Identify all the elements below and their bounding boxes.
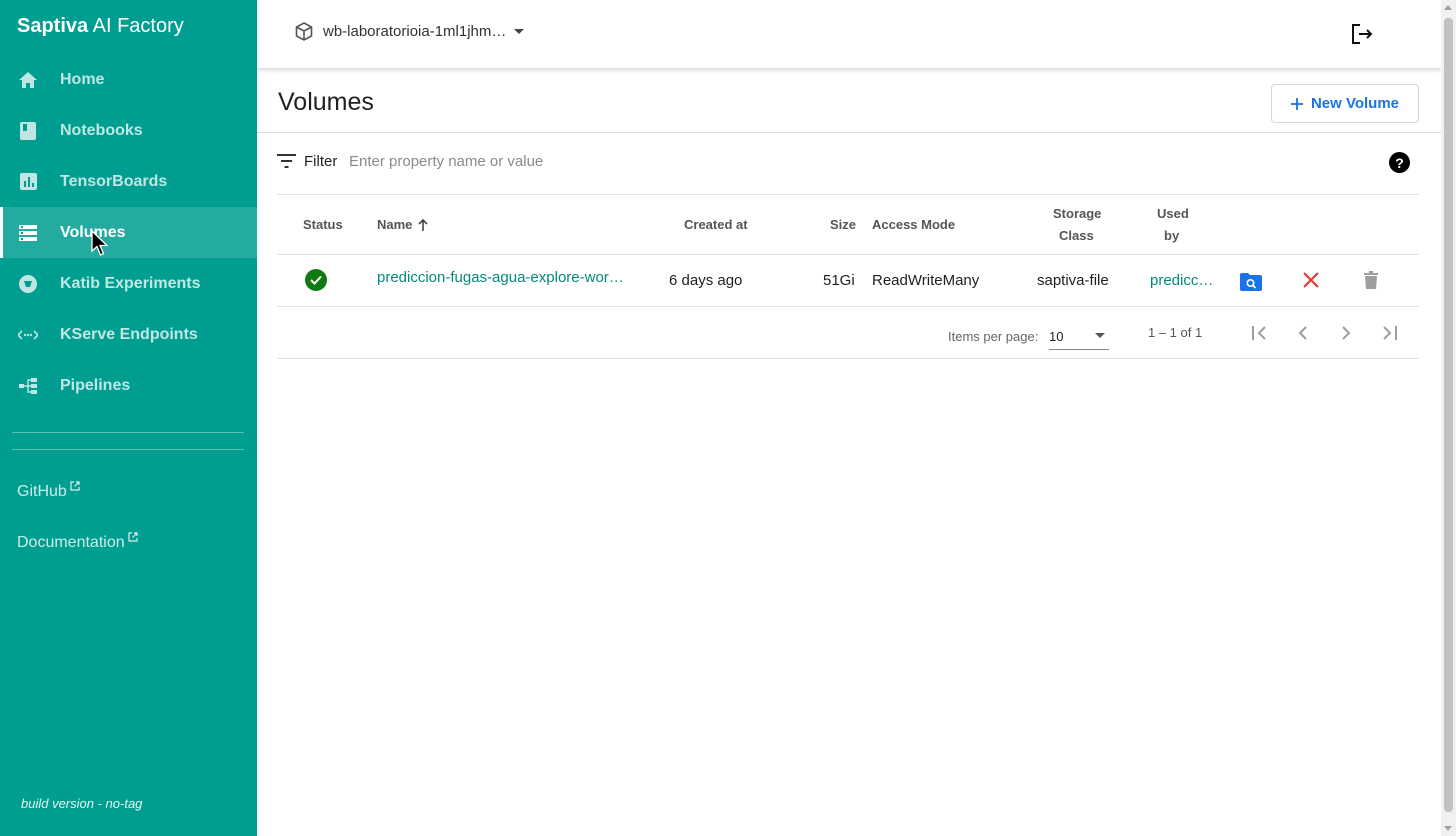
column-header-size: Size: [830, 217, 857, 232]
sidebar-item-label: Volumes: [60, 223, 126, 241]
sidebar-item-label: Pipelines: [60, 376, 131, 394]
storage-icon: [18, 223, 38, 243]
cube-icon: [295, 22, 313, 41]
status-ready-icon: [305, 269, 327, 291]
brand-name-bold: Saptiva: [17, 15, 89, 37]
build-version: build version - no-tag: [21, 796, 143, 811]
used-by-link[interactable]: predicc…: [1150, 272, 1213, 289]
sidebar-item-notebooks[interactable]: Notebooks: [0, 105, 257, 156]
close-icon: [1303, 272, 1319, 288]
created-at-cell: 6 days ago: [669, 272, 743, 289]
new-volume-button[interactable]: New Volume: [1271, 84, 1419, 123]
home-icon: [18, 70, 38, 90]
page-title: Volumes: [278, 88, 374, 116]
column-header-storage-class-line2: Class: [1059, 228, 1094, 243]
sidebar-item-home[interactable]: Home: [0, 54, 257, 105]
column-header-used-by: Used: [1157, 206, 1189, 221]
column-header-name[interactable]: Name: [377, 217, 428, 232]
sidebar-divider: [12, 432, 244, 433]
sidebar-item-label: TensorBoards: [60, 172, 168, 190]
storage-class-cell: saptiva-file: [1037, 272, 1109, 289]
scrollbar[interactable]: [1441, 0, 1456, 836]
column-header-storage-class: Storage: [1053, 206, 1101, 221]
external-link-icon: [128, 532, 138, 542]
sidebar-item-label: Notebooks: [60, 121, 143, 139]
first-page-button[interactable]: [1248, 321, 1272, 345]
github-link-label: GitHub: [17, 483, 67, 500]
last-page-button[interactable]: [1377, 321, 1401, 345]
notebook-icon: [18, 121, 38, 141]
sidebar-item-label: Home: [60, 70, 105, 88]
sidebar-item-label: Katib Experiments: [60, 274, 201, 292]
filter-input[interactable]: [349, 150, 1049, 172]
scroll-thumb[interactable]: [1444, 18, 1453, 812]
chevron-down-icon: [1095, 333, 1105, 338]
sidebar-item-label: KServe Endpoints: [60, 325, 198, 343]
items-per-page-value: 10: [1049, 329, 1064, 344]
column-header-storage-line1: Storage: [1053, 206, 1102, 221]
scroll-up-arrow[interactable]: [1444, 5, 1452, 10]
external-link-icon: [70, 481, 80, 491]
page-range: 1 – 1 of 1: [1148, 325, 1203, 340]
sidebar-item-volumes[interactable]: Volumes: [0, 207, 257, 258]
size-cell: 51Gi: [823, 272, 855, 289]
arrow-up-icon: [418, 218, 428, 231]
browse-volume-button[interactable]: [1239, 270, 1263, 294]
logout-icon[interactable]: [1350, 22, 1374, 46]
sidebar-item-katib-experiments[interactable]: Katib Experiments: [0, 258, 257, 309]
column-header-used-by-line2: by: [1164, 228, 1180, 243]
divider: [277, 254, 1419, 255]
scroll-down-arrow[interactable]: [1444, 826, 1452, 831]
trash-icon: [1364, 271, 1378, 289]
chevron-down-icon: [514, 29, 525, 34]
filter-label: Filter: [304, 153, 338, 170]
brand-logo[interactable]: Saptiva AI Factory: [17, 15, 184, 38]
sidebar: Saptiva AI Factory Home Notebooks Tensor…: [0, 0, 257, 836]
namespace-selector[interactable]: wb-laboratorioia-1ml1jhm…: [295, 22, 525, 41]
endpoint-icon: [18, 325, 38, 345]
divider: [277, 358, 1419, 359]
plus-icon: [1290, 97, 1303, 110]
column-header-name-label: Name: [377, 217, 413, 232]
pipeline-icon: [18, 376, 38, 396]
sidebar-item-kserve-endpoints[interactable]: KServe Endpoints: [0, 309, 257, 360]
namespace-name: wb-laboratorioia-1ml1jhm…: [323, 23, 507, 40]
delete-volume-button[interactable]: [1359, 268, 1383, 292]
new-volume-label: New Volume: [1310, 95, 1400, 112]
last-page-icon: [1383, 326, 1397, 340]
experiment-icon: [18, 274, 38, 294]
items-per-page-select[interactable]: 10: [1049, 324, 1109, 350]
top-bar: wb-laboratorioia-1ml1jhm…: [257, 0, 1441, 69]
sidebar-item-tensorboards[interactable]: TensorBoards: [0, 156, 257, 207]
chart-icon: [18, 172, 38, 192]
next-page-button[interactable]: [1334, 321, 1358, 345]
close-viewer-button[interactable]: [1299, 268, 1323, 292]
folder-search-icon: [1240, 273, 1262, 291]
column-header-created: Created at: [684, 217, 748, 232]
github-link[interactable]: GitHub: [17, 481, 80, 501]
previous-page-button[interactable]: [1291, 321, 1315, 345]
sidebar-item-pipelines[interactable]: Pipelines: [0, 360, 257, 411]
column-header-status: Status: [303, 217, 343, 232]
brand-name-rest: AI Factory: [88, 15, 184, 37]
sidebar-nav: Home Notebooks TensorBoards Volumes Kati…: [0, 54, 257, 411]
divider: [257, 132, 1441, 133]
filter-icon: [277, 154, 296, 168]
first-page-icon: [1252, 326, 1266, 340]
column-header-access-mode: Access Mode: [872, 217, 956, 232]
documentation-link[interactable]: Documentation: [17, 532, 138, 552]
help-icon[interactable]: ?: [1389, 152, 1410, 173]
volume-name-link[interactable]: prediccion-fugas-agua-explore-wor…: [377, 269, 624, 286]
sidebar-divider: [12, 449, 244, 450]
access-mode-cell: ReadWriteMany: [872, 272, 980, 289]
chevron-right-icon: [1342, 326, 1351, 340]
documentation-link-label: Documentation: [17, 534, 125, 551]
chevron-left-icon: [1298, 326, 1307, 340]
items-per-page-label: Items per page:: [948, 329, 1039, 344]
divider: [277, 194, 1419, 195]
divider: [277, 306, 1419, 307]
